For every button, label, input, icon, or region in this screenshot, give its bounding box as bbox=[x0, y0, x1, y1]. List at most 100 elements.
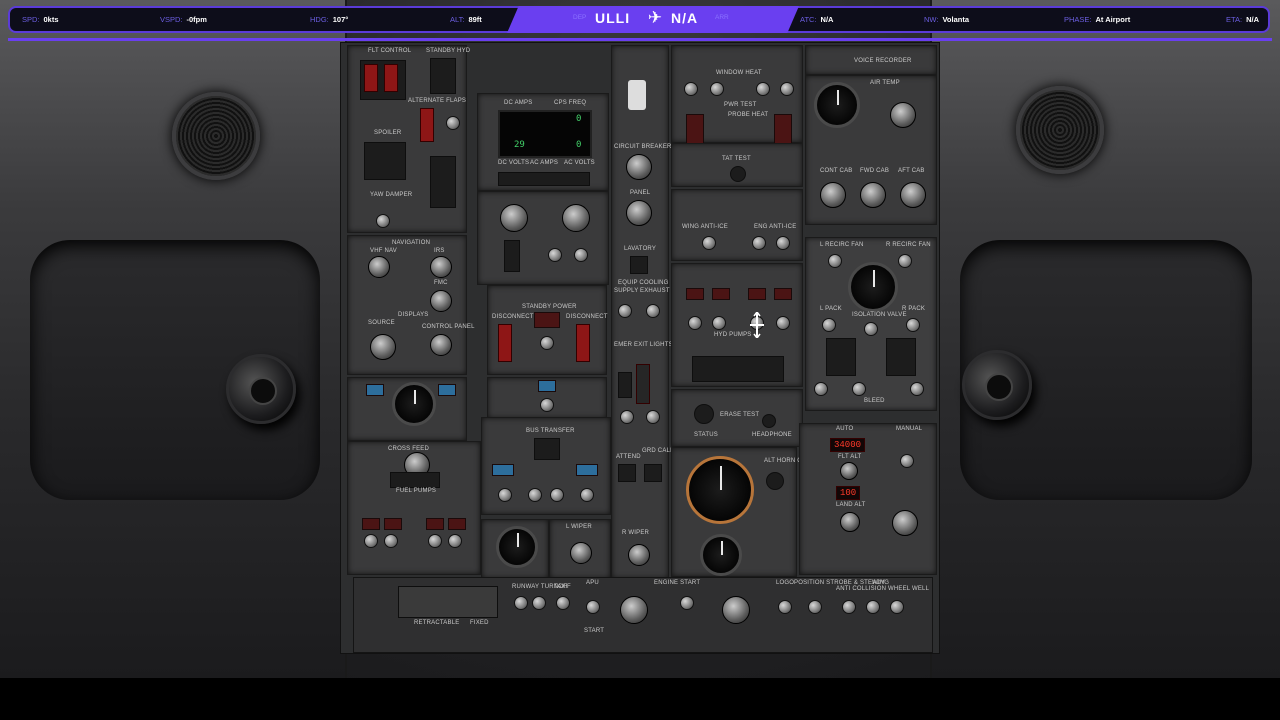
position-light-switch[interactable] bbox=[808, 600, 822, 614]
wing-anti-ice-switch[interactable] bbox=[702, 236, 716, 250]
left-window-crank-knob[interactable] bbox=[226, 354, 296, 424]
grd-power-available-light bbox=[538, 380, 556, 392]
l-wiper-selector[interactable] bbox=[570, 542, 592, 564]
runway-turnoff-l-switch[interactable] bbox=[514, 596, 528, 610]
emer-exit-guard[interactable] bbox=[618, 372, 632, 398]
engine-1-start-selector[interactable] bbox=[620, 596, 648, 624]
cabin-pressure-diff-gauge bbox=[700, 534, 742, 576]
electrical-readout-screen: 29 0 0 bbox=[498, 110, 592, 158]
phase-readout: PHASE: At Airport bbox=[1064, 15, 1130, 24]
ife-pass-seat-switch[interactable] bbox=[574, 248, 588, 262]
apu-start-switch[interactable] bbox=[586, 600, 600, 614]
eng-2-bleed-switch[interactable] bbox=[910, 382, 924, 396]
alt-horn-cutout-button[interactable] bbox=[766, 472, 784, 490]
gen-2-switch[interactable] bbox=[580, 488, 594, 502]
battery-switch-guard[interactable] bbox=[504, 240, 520, 272]
dc-meter-selector[interactable] bbox=[500, 204, 528, 232]
vhf-nav-selector[interactable] bbox=[368, 256, 390, 278]
fwd-cab-temp-selector[interactable] bbox=[860, 182, 886, 208]
spoiler-switch-block[interactable] bbox=[364, 142, 406, 180]
control-panel-selector[interactable] bbox=[430, 334, 452, 356]
alternate-flaps-switch[interactable] bbox=[446, 116, 460, 130]
apu-gen-2-switch[interactable] bbox=[550, 488, 564, 502]
lavatory-label: LAVATORY bbox=[624, 246, 657, 252]
display-source-selector[interactable] bbox=[370, 334, 396, 360]
gen-1-switch[interactable] bbox=[498, 488, 512, 502]
generator-2-disconnect-guard[interactable] bbox=[576, 324, 590, 362]
emer-exit-switch[interactable] bbox=[636, 364, 650, 404]
ignition-select-switch[interactable] bbox=[680, 596, 694, 610]
irs-selector[interactable] bbox=[430, 256, 452, 278]
land-alt-knob[interactable] bbox=[840, 512, 860, 532]
apu-gen-1-switch[interactable] bbox=[528, 488, 542, 502]
hyd-pump-eng-2-switch[interactable] bbox=[776, 316, 790, 330]
alternate-flaps-guard[interactable] bbox=[420, 108, 434, 142]
fuel-pump-switch-1[interactable] bbox=[364, 534, 378, 548]
bus-transfer-switch[interactable] bbox=[534, 438, 560, 460]
logo-light-switch[interactable] bbox=[778, 600, 792, 614]
runway-turnoff-r-switch[interactable] bbox=[532, 596, 546, 610]
pressurization-module: AUTO MANUAL 34000 FLT ALT 100 LAND ALT bbox=[799, 423, 937, 575]
l-wiper-module: L WIPER bbox=[549, 519, 611, 579]
standby-power-switch[interactable] bbox=[540, 336, 554, 350]
equip-cooling-exhaust-switch[interactable] bbox=[646, 304, 660, 318]
grd-power-switch[interactable] bbox=[540, 398, 554, 412]
window-heat-l-fwd-switch[interactable] bbox=[710, 82, 724, 96]
fuel-pump-switch-4[interactable] bbox=[448, 534, 462, 548]
cab-util-switch[interactable] bbox=[548, 248, 562, 262]
flt-control-label: FLT CONTROL bbox=[368, 48, 412, 54]
yaw-damper-switch[interactable] bbox=[376, 214, 390, 228]
irs-label: IRS bbox=[434, 248, 445, 254]
generator-1-disconnect-guard[interactable] bbox=[498, 324, 512, 362]
cont-cab-temp-selector[interactable] bbox=[820, 182, 846, 208]
landing-light-switch-bank[interactable] bbox=[398, 586, 498, 618]
window-heat-r-side-switch[interactable] bbox=[780, 82, 794, 96]
l-recirc-fan-switch[interactable] bbox=[828, 254, 842, 268]
flt-alt-knob[interactable] bbox=[840, 462, 858, 480]
ac-meter-selector[interactable] bbox=[562, 204, 590, 232]
r-recirc-fan-switch[interactable] bbox=[898, 254, 912, 268]
wheel-well-light-switch[interactable] bbox=[890, 600, 904, 614]
attend-button[interactable] bbox=[618, 464, 636, 482]
equip-cooling-supply-switch[interactable] bbox=[618, 304, 632, 318]
hyd-pump-eng-1-switch[interactable] bbox=[688, 316, 702, 330]
eng-anti-ice-1-switch[interactable] bbox=[752, 236, 766, 250]
eng-anti-ice-2-switch[interactable] bbox=[776, 236, 790, 250]
airplane-icon: ✈ bbox=[647, 8, 663, 27]
r-pack-switch[interactable] bbox=[906, 318, 920, 332]
l-pack-switch[interactable] bbox=[822, 318, 836, 332]
aft-cab-temp-selector[interactable] bbox=[900, 182, 926, 208]
r-wiper-label: R WIPER bbox=[622, 530, 650, 536]
fasten-belts-switch[interactable] bbox=[646, 410, 660, 424]
hyd-pump-elec-2-switch[interactable] bbox=[712, 316, 726, 330]
isolation-valve-switch[interactable] bbox=[864, 322, 878, 336]
panel-light-knob[interactable] bbox=[626, 200, 652, 226]
outflow-valve-switch[interactable] bbox=[900, 454, 914, 468]
engine-2-start-selector[interactable] bbox=[722, 596, 750, 624]
air-temp-selector[interactable] bbox=[890, 102, 916, 128]
circuit-breaker-light-knob[interactable] bbox=[626, 154, 652, 180]
no-smoking-switch[interactable] bbox=[620, 410, 634, 424]
window-heat-r-fwd-switch[interactable] bbox=[756, 82, 770, 96]
hyd-low-press-light-2 bbox=[712, 288, 730, 300]
headphone-jack[interactable] bbox=[762, 414, 776, 428]
anti-collision-switch[interactable] bbox=[842, 600, 856, 614]
right-window-crank-knob[interactable] bbox=[962, 350, 1032, 420]
tat-test-button[interactable] bbox=[730, 166, 746, 182]
window-heat-l-side-switch[interactable] bbox=[684, 82, 698, 96]
grd-call-button[interactable] bbox=[644, 464, 662, 482]
wing-light-switch[interactable] bbox=[866, 600, 880, 614]
fuel-pump-switch-2[interactable] bbox=[384, 534, 398, 548]
fuel-pump-switch-3[interactable] bbox=[428, 534, 442, 548]
flt-control-b-guard[interactable] bbox=[384, 64, 398, 92]
pressurization-mode-selector[interactable] bbox=[892, 510, 918, 536]
fmc-selector[interactable] bbox=[430, 290, 452, 312]
apu-bleed-switch[interactable] bbox=[852, 382, 866, 396]
hydraulics-module: HYD PUMPS bbox=[671, 263, 803, 387]
probe-heat-label: PROBE HEAT bbox=[728, 112, 769, 118]
mouse-cursor-icon bbox=[750, 312, 764, 338]
taxi-light-switch[interactable] bbox=[556, 596, 570, 610]
eng-1-bleed-switch[interactable] bbox=[814, 382, 828, 396]
r-wiper-selector[interactable] bbox=[628, 544, 650, 566]
flt-control-a-guard[interactable] bbox=[364, 64, 378, 92]
